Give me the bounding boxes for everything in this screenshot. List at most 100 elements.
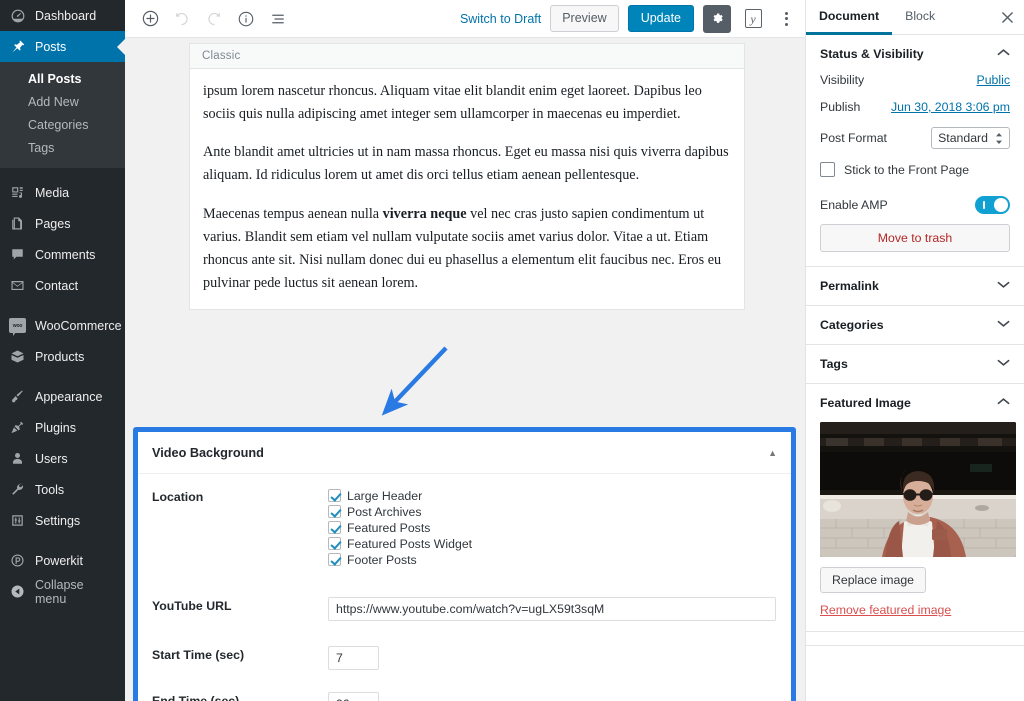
panel-header[interactable]: Tags: [806, 345, 1024, 383]
submenu-item-categories[interactable]: Categories: [0, 114, 125, 137]
yoast-seo-icon[interactable]: y: [740, 6, 766, 32]
wordpress-admin-screen: Dashboard Posts All Posts Add New Catego…: [0, 0, 1024, 701]
info-circle-icon[interactable]: [231, 4, 261, 34]
publish-value[interactable]: Jun 30, 2018 3:06 pm: [891, 100, 1010, 114]
preview-button[interactable]: Preview: [550, 5, 619, 32]
sidebar-item-comments[interactable]: Comments: [0, 239, 125, 270]
checkbox-footer-posts[interactable]: [328, 553, 341, 566]
list-view-icon[interactable]: [263, 4, 293, 34]
menu-separator: [0, 168, 125, 177]
chevron-down-icon[interactable]: [997, 645, 1010, 646]
amp-label: Enable AMP: [820, 198, 888, 212]
publish-label: Publish: [820, 100, 861, 114]
gear-icon[interactable]: [703, 4, 731, 33]
panel-header[interactable]: Status & Visibility: [806, 35, 1024, 73]
panel-title: Status & Visibility: [820, 47, 924, 61]
checkbox-label[interactable]: Featured Posts Widget: [347, 537, 472, 551]
checkbox-label[interactable]: Post Archives: [347, 505, 422, 519]
checkbox-featured-posts[interactable]: [328, 521, 341, 534]
pin-icon: [9, 38, 26, 55]
dashboard-icon: [9, 7, 26, 24]
end-time-input[interactable]: [328, 692, 379, 701]
classic-block-content[interactable]: ipsum lorem nascetur rhoncus. Aliquam vi…: [190, 69, 744, 309]
menu-separator: [0, 536, 125, 545]
checkbox-large-header[interactable]: [328, 489, 341, 502]
panel-header[interactable]: Featured Image: [806, 384, 1024, 422]
sidebar-item-powerkit[interactable]: Powerkit: [0, 545, 125, 576]
panel-tags: Tags: [806, 345, 1024, 384]
checkbox-label[interactable]: Featured Posts: [347, 521, 430, 535]
submenu-item-tags[interactable]: Tags: [0, 137, 125, 160]
box-icon: [9, 348, 26, 365]
checkbox-row[interactable]: Large Header: [328, 488, 777, 503]
checkbox-row[interactable]: Featured Posts Widget: [328, 536, 777, 551]
post-format-select[interactable]: Standard: [931, 127, 1010, 149]
move-to-trash-button[interactable]: Move to trash: [820, 224, 1010, 252]
sidebar-item-plugins[interactable]: Plugins: [0, 412, 125, 443]
amp-toggle[interactable]: [975, 196, 1010, 214]
sticky-label[interactable]: Stick to the Front Page: [844, 163, 969, 177]
sidebar-item-tools[interactable]: Tools: [0, 474, 125, 505]
end-time-field-row: End Time (sec): [152, 692, 777, 701]
featured-image-photo: [820, 422, 1016, 557]
featured-image-thumbnail[interactable]: [820, 422, 1016, 557]
remove-featured-image-link[interactable]: Remove featured image: [820, 603, 1010, 617]
panel-header[interactable]: Categories: [806, 306, 1024, 344]
submenu-item-add-new[interactable]: Add New: [0, 91, 125, 114]
chevron-down-icon[interactable]: [997, 358, 1010, 370]
sidebar-item-products[interactable]: Products: [0, 341, 125, 372]
envelope-icon: [9, 277, 26, 294]
publish-row: Publish Jun 30, 2018 3:06 pm: [820, 100, 1010, 114]
checkbox-featured-posts-widget[interactable]: [328, 537, 341, 550]
panel-header[interactable]: Excerpt: [806, 632, 1024, 646]
sticky-row[interactable]: Stick to the Front Page: [820, 162, 1010, 177]
chevron-down-icon[interactable]: [997, 319, 1010, 331]
sidebar-item-pages[interactable]: Pages: [0, 208, 125, 239]
undo-icon[interactable]: [167, 4, 197, 34]
panel-body: Replace image Remove featured image: [806, 422, 1024, 631]
sidebar-item-label: Media: [35, 185, 70, 200]
classic-block[interactable]: Classic ipsum lorem nascetur rhoncus. Al…: [189, 43, 745, 311]
sidebar-item-woocommerce[interactable]: woo WooCommerce: [0, 310, 125, 341]
settings-sidebar: Document Block Status & Visibility Visib…: [805, 0, 1024, 701]
panel-header[interactable]: Permalink: [806, 267, 1024, 305]
sidebar-item-contact[interactable]: Contact: [0, 270, 125, 301]
sidebar-item-dashboard[interactable]: Dashboard: [0, 0, 125, 31]
collapse-menu-button[interactable]: Collapse menu: [0, 576, 125, 607]
chevron-up-icon[interactable]: [997, 397, 1010, 409]
update-button[interactable]: Update: [627, 5, 694, 32]
checkbox-stick-front-page[interactable]: [820, 162, 835, 177]
checkbox-post-archives[interactable]: [328, 505, 341, 518]
sidebar-item-label: Dashboard: [35, 8, 97, 23]
checkbox-row[interactable]: Featured Posts: [328, 520, 777, 535]
start-time-input[interactable]: [328, 646, 379, 670]
plus-circle-icon[interactable]: [135, 4, 165, 34]
collapse-menu-label: Collapse menu: [35, 577, 84, 606]
sidebar-item-appearance[interactable]: Appearance: [0, 381, 125, 412]
visibility-value[interactable]: Public: [977, 73, 1011, 87]
sidebar-item-media[interactable]: Media: [0, 177, 125, 208]
chevron-down-icon[interactable]: [997, 280, 1010, 292]
ellipsis-vertical-icon[interactable]: [775, 5, 797, 33]
tab-block[interactable]: Block: [892, 0, 948, 35]
checkbox-label[interactable]: Footer Posts: [347, 553, 417, 567]
visibility-row: Visibility Public: [820, 73, 1010, 87]
checkbox-row[interactable]: Footer Posts: [328, 552, 777, 567]
checkbox-row[interactable]: Post Archives: [328, 504, 777, 519]
close-icon[interactable]: [990, 0, 1024, 34]
youtube-url-input[interactable]: [328, 597, 776, 621]
sidebar-item-users[interactable]: Users: [0, 443, 125, 474]
chevron-up-icon[interactable]: ▲: [768, 448, 777, 458]
switch-to-draft-link[interactable]: Switch to Draft: [460, 12, 541, 26]
tab-document[interactable]: Document: [806, 0, 893, 35]
redo-icon[interactable]: [199, 4, 229, 34]
chevron-up-icon[interactable]: [997, 48, 1010, 60]
sidebar-item-posts[interactable]: Posts: [0, 31, 125, 62]
checkbox-label[interactable]: Large Header: [347, 489, 422, 503]
paragraph: ipsum lorem nascetur rhoncus. Aliquam vi…: [203, 83, 702, 123]
panel-excerpt: Excerpt: [806, 632, 1024, 646]
replace-image-button[interactable]: Replace image: [820, 567, 927, 593]
sidebar-item-settings[interactable]: Settings: [0, 505, 125, 536]
metabox-header[interactable]: Video Background ▲: [138, 432, 791, 474]
submenu-item-all-posts[interactable]: All Posts: [0, 68, 125, 91]
